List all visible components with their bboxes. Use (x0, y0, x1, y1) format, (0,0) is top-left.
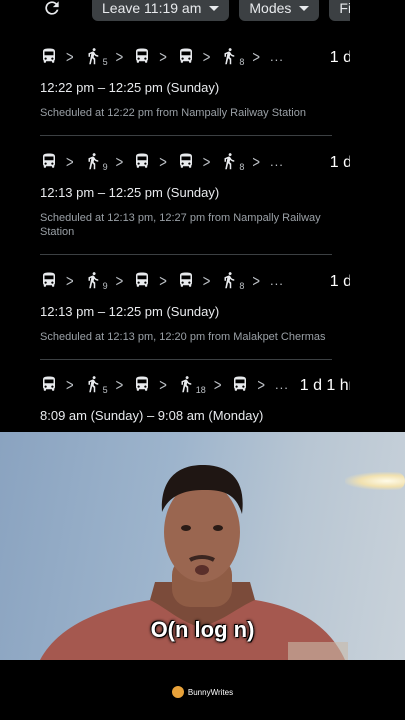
filter-button[interactable]: Filter by (329, 0, 350, 21)
route-duration: 1 d (329, 273, 350, 290)
route-duration: 1 d 1 hr (299, 377, 350, 394)
route-schedule: Scheduled at 12:22 pm from Nampally Rail… (40, 107, 306, 119)
route-schedule: Scheduled at 12:13 pm, 12:27 pm from Nam… (40, 212, 321, 238)
route-schedule: Scheduled at 12:13 pm, 12:20 pm from Mal… (40, 331, 326, 343)
walk-minutes: 5 (102, 385, 108, 395)
walk-icon: 18 (177, 375, 206, 395)
toolbar: Leave 11:19 am Modes Filter by (22, 0, 350, 22)
walk-minutes: 8 (239, 162, 245, 172)
walk-icon: 5 (84, 47, 108, 67)
webcam-video: O(n log n) (0, 432, 405, 660)
more-steps: ... (275, 376, 289, 392)
chevron-right-icon: > (115, 374, 124, 394)
route-time: 8:09 am (Sunday) – 9:08 am (Monday) (40, 408, 264, 423)
route-option[interactable]: > 9 > > > 8 > ... 1 d 12:13 pm – 12:25 p… (40, 268, 350, 344)
bus-icon (133, 271, 151, 289)
bus-icon (40, 152, 58, 170)
leave-time-label: Leave 11:19 am (102, 0, 202, 16)
walk-icon: 8 (220, 47, 245, 67)
leave-time-button[interactable]: Leave 11:19 am (92, 0, 230, 21)
chevron-right-icon: > (159, 270, 167, 290)
divider (40, 359, 332, 360)
chevron-right-icon: > (159, 46, 167, 66)
channel-logo-icon (171, 686, 184, 698)
chevron-right-icon: > (66, 46, 74, 66)
bus-icon (133, 375, 151, 393)
route-time: 12:13 pm – 12:25 pm (Sunday) (40, 304, 220, 319)
chevron-right-icon: > (257, 374, 265, 394)
route-steps: > 9 > > > 8 > ... (40, 149, 332, 173)
chevron-down-icon (299, 5, 310, 11)
chevron-right-icon: > (66, 374, 74, 394)
route-time: 12:13 pm – 12:25 pm (Sunday) (40, 185, 220, 200)
more-steps: ... (270, 48, 284, 64)
chevron-right-icon: > (252, 151, 260, 171)
bus-icon (133, 47, 151, 65)
walk-icon: 5 (84, 375, 108, 395)
route-steps: > 9 > > > 8 > ... (40, 268, 332, 292)
chevron-right-icon: > (252, 46, 260, 66)
walk-icon: 8 (220, 152, 245, 172)
divider (40, 254, 332, 255)
route-duration: 1 d (329, 49, 350, 66)
bus-icon (177, 271, 195, 289)
chevron-right-icon: > (66, 270, 74, 290)
walk-minutes: 8 (239, 281, 245, 291)
chevron-right-icon: > (159, 374, 167, 394)
refresh-icon[interactable] (42, 0, 62, 20)
chevron-right-icon: > (115, 270, 124, 290)
bus-icon (133, 152, 151, 170)
route-steps: > 5 > > > 8 > ... (40, 44, 332, 68)
channel-name: BunnyWrites (187, 687, 234, 697)
route-option[interactable]: > 5 > > > 8 > ... 1 d 12:22 pm – 12:25 p… (40, 44, 350, 120)
route-option[interactable]: > 5 > > 18 > > ... 1 d 1 hr 8:09 am (Sun… (40, 372, 350, 423)
route-steps: > 5 > > 18 > > ... (40, 372, 332, 396)
directions-panel: Leave 11:19 am Modes Filter by > 5 > > >… (22, 0, 350, 432)
modes-label: Modes (249, 0, 292, 16)
chevron-right-icon: > (252, 270, 260, 290)
bus-icon (177, 152, 195, 170)
chevron-right-icon: > (202, 46, 211, 66)
route-option[interactable]: > 9 > > > 8 > ... 1 d 12:13 pm – 12:25 p… (40, 149, 350, 239)
filter-label: Filter by (339, 0, 350, 16)
walk-icon: 8 (220, 271, 245, 291)
walk-minutes: 5 (102, 57, 108, 67)
chevron-down-icon (209, 5, 220, 11)
route-time: 12:22 pm – 12:25 pm (Sunday) (40, 80, 220, 95)
bus-icon (40, 271, 58, 289)
modes-button[interactable]: Modes (239, 0, 320, 21)
chevron-right-icon: > (202, 270, 211, 290)
more-steps: ... (270, 272, 284, 288)
route-duration: 1 d (329, 154, 350, 171)
bus-icon (40, 375, 58, 393)
chevron-right-icon: > (159, 151, 167, 171)
walk-minutes: 9 (102, 281, 108, 291)
walk-minutes: 18 (195, 385, 206, 395)
chevron-right-icon: > (66, 151, 74, 171)
walk-minutes: 8 (239, 57, 245, 67)
more-steps: ... (270, 153, 284, 169)
walk-icon: 9 (84, 152, 108, 172)
video-caption: O(n log n) (150, 617, 255, 642)
divider (40, 135, 332, 136)
chevron-right-icon: > (115, 151, 124, 171)
bus-icon (40, 47, 58, 65)
chevron-right-icon: > (115, 46, 124, 66)
channel-watermark: BunnyWrites (0, 686, 405, 698)
bus-icon (231, 375, 249, 393)
walk-minutes: 9 (102, 162, 108, 172)
chevron-right-icon: > (202, 151, 211, 171)
chevron-right-icon: > (213, 374, 222, 394)
walk-icon: 9 (84, 271, 108, 291)
bus-icon (177, 47, 195, 65)
